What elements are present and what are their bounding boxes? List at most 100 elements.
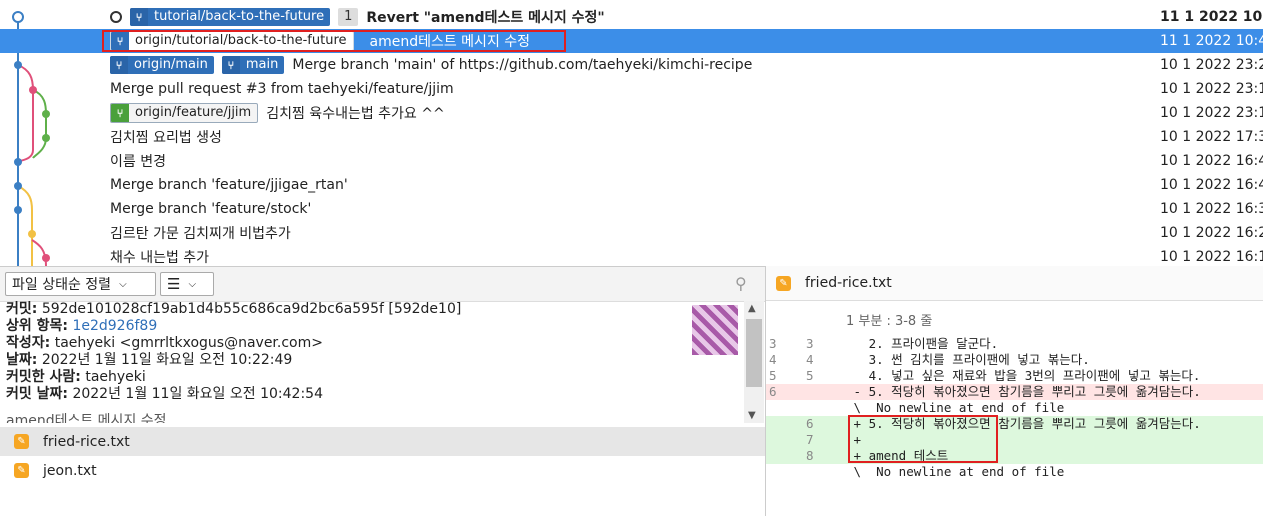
highlight-box-ref [102, 30, 566, 52]
commit-content: ⑂ origin/feature/jjim 김치찜 육수내는법 추가요 ^^ [110, 101, 445, 125]
commit-content: 김치찜 요리법 생성 [110, 125, 222, 149]
commit-message: Merge branch 'feature/stock' [110, 201, 312, 217]
commit-date: 11 1 2022 10:5 [1160, 9, 1263, 25]
search-icon[interactable]: ⚲ [735, 274, 747, 293]
commit-date: 10 1 2022 16:31 [1160, 201, 1263, 217]
diff-line-text: - 5. 적당히 볶아졌으면 참기름을 뿌리고 그릇에 옮겨담는다. [846, 384, 1201, 399]
hunk-header: 1 부분 : 3-8 줄 [846, 314, 933, 329]
branch-icon: ⑂ [130, 8, 148, 26]
branch-icon: ⑂ [110, 56, 128, 74]
new-line-number: 6 [806, 416, 814, 431]
commit-message: Revert "amend테스트 메시지 수정" [366, 10, 605, 26]
commit-date: 10 1 2022 23:18 [1160, 81, 1263, 97]
branch-badge[interactable]: ⑂ main [221, 56, 285, 74]
commit-date: 11 1 2022 10:4: [1160, 33, 1263, 49]
ahead-count-badge: 1 [338, 8, 359, 26]
commit-message: 김치찜 요리법 생성 [110, 130, 222, 146]
commit-date-value: 2022년 1월 11일 화요일 오전 10:42:54 [72, 386, 323, 402]
author-value: taehyeki <gmrrltkxogus@naver.com> [54, 335, 323, 351]
diff-line: \ No newline at end of file [766, 400, 1263, 416]
diff-panel: ✎ fried-rice.txt 1 부분 : 3-8 줄 3 3 2. 프라이팬… [765, 266, 1263, 516]
commit-message: Merge branch 'feature/jjigae_rtan' [110, 177, 348, 193]
commit-row[interactable]: ⑂ origin/main ⑂ main Merge branch 'main' of … [0, 53, 1263, 77]
chevron-down-icon: ⌵ [119, 278, 127, 290]
commit-label: 커밋: [6, 301, 38, 317]
diff-line: 5 5 4. 넣고 싶은 재료와 밥을 3번의 프라이팬에 넣고 볶는다. [766, 368, 1263, 384]
diff-line: 6 - 5. 적당히 볶아졌으면 참기름을 뿌리고 그릇에 옮겨담는다. [766, 384, 1263, 400]
list-icon: ☰ [167, 275, 181, 293]
view-mode-dropdown[interactable]: ☰ ⌵ [160, 272, 214, 296]
branch-label: origin/feature/jjim [135, 105, 252, 120]
file-item[interactable]: ✎ jeon.txt [0, 456, 765, 485]
diff-line-text: 3. 썬 김치를 프라이팬에 넣고 볶는다. [846, 352, 1090, 367]
commit-content: ⑂ origin/main ⑂ main Merge branch 'main' of … [110, 53, 752, 77]
branch-label: main [245, 57, 279, 72]
chevron-down-icon: ⌵ [188, 278, 197, 290]
diff-line: 3 3 2. 프라이팬을 달군다. [766, 336, 1263, 352]
commit-row[interactable]: 김르탄 가문 김치찌개 비법추가 10 1 2022 16:20 [0, 221, 1263, 245]
diff-line-text: \ No newline at end of file [846, 464, 1065, 479]
diff-line: 4 4 3. 썬 김치를 프라이팬에 넣고 볶는다. [766, 352, 1263, 368]
new-line-number: 5 [806, 368, 814, 383]
commit-date: 10 1 2022 16:43 [1160, 177, 1263, 193]
old-line-number: 5 [769, 368, 777, 383]
branch-icon: ⑂ [221, 56, 240, 74]
branch-badge[interactable]: ⑂ origin/feature/jjim [110, 103, 259, 123]
info-scrollbar[interactable]: ▲ ▼ [744, 301, 764, 423]
commit-message: Merge pull request #3 from taehyeki/feat… [110, 81, 454, 97]
commit-date-label: 커밋 날짜: [6, 386, 68, 402]
old-line-number: 6 [769, 384, 777, 399]
branch-label: tutorial/back-to-the-future [154, 9, 325, 24]
commit-info: 커밋: 592de101028cf19ab1d4b55c686ca9d2bc6a… [0, 301, 765, 423]
sort-label: 파일 상태순 정렬 [12, 277, 112, 293]
commit-row[interactable]: ⑂ origin/feature/jjim 김치찜 육수내는법 추가요 ^^ 10 1… [0, 101, 1263, 125]
diff-line: \ No newline at end of file [766, 464, 1263, 480]
file-name: fried-rice.txt [43, 433, 130, 450]
commit-row[interactable]: 채수 내는법 추가 10 1 2022 16:18 [0, 245, 1263, 266]
sort-dropdown[interactable]: 파일 상태순 정렬 ⌵ [5, 272, 156, 296]
old-line-number: 4 [769, 352, 777, 367]
file-item[interactable]: ✎ fried-rice.txt [0, 427, 765, 456]
new-line-number: 3 [806, 336, 814, 351]
commit-date: 10 1 2022 17:32 [1160, 129, 1263, 145]
date-label: 날짜: [6, 352, 38, 368]
diff-line-text: 4. 넣고 싶은 재료와 밥을 3번의 프라이팬에 넣고 볶는다. [846, 368, 1201, 383]
commit-date: 10 1 2022 16:18 [1160, 249, 1263, 265]
author-avatar [692, 305, 738, 355]
highlight-box-added [848, 415, 998, 463]
commit-content: 이름 변경 [110, 149, 166, 173]
commit-row[interactable]: 김치찜 요리법 생성 10 1 2022 17:32 [0, 125, 1263, 149]
commit-message: 채수 내는법 추가 [110, 250, 210, 266]
commit-row[interactable]: 이름 변경 10 1 2022 16:47 [0, 149, 1263, 173]
commit-content: Merge pull request #3 from taehyeki/feat… [110, 77, 454, 101]
commit-hash: 592de101028cf19ab1d4b55c686ca9d2bc6a595f… [41, 301, 462, 317]
commit-row[interactable]: ⑂ tutorial/back-to-the-future 1 Revert "ame… [0, 5, 1263, 29]
commit-row[interactable]: Merge pull request #3 from taehyeki/feat… [0, 77, 1263, 101]
commit-content: 김르탄 가문 김치찌개 비법추가 [110, 221, 291, 245]
parent-link[interactable]: 1e2d926f89 [72, 318, 157, 334]
commit-message: 김르탄 가문 김치찌개 비법추가 [110, 226, 291, 242]
file-toolbar: 파일 상태순 정렬 ⌵ ☰ ⌵ ⚲ [0, 266, 765, 302]
commit-row[interactable]: Merge branch 'feature/stock' 10 1 2022 16… [0, 197, 1263, 221]
branch-badge[interactable]: ⑂ tutorial/back-to-the-future [130, 8, 331, 26]
commit-graph: ⑂ tutorial/back-to-the-future 1 Revert "ame… [0, 0, 1263, 266]
file-modified-icon: ✎ [776, 275, 791, 291]
committer-value: taehyeki [85, 369, 146, 385]
diff-header: ✎ fried-rice.txt [766, 266, 1263, 301]
commit-date: 10 1 2022 23:27 [1160, 57, 1263, 73]
diff-line: 8 + amend 테스트 [766, 448, 1263, 464]
commit-date: 10 1 2022 23:14 [1160, 105, 1263, 121]
commit-content: ⑂ tutorial/back-to-the-future 1 Revert "ame… [110, 5, 605, 29]
branch-label: origin/main [134, 57, 208, 72]
branch-badge[interactable]: ⑂ origin/main [110, 56, 214, 74]
commit-message: 김치찜 육수내는법 추가요 ^^ [266, 106, 445, 122]
old-line-number: 3 [769, 336, 777, 351]
diff-line: 7 + [766, 432, 1263, 448]
new-line-number: 4 [806, 352, 814, 367]
file-modified-icon: ✎ [14, 434, 29, 449]
diff-line-text: 2. 프라이팬을 달군다. [846, 336, 999, 351]
file-modified-icon: ✎ [14, 463, 29, 478]
parent-label: 상위 항목: [6, 318, 68, 334]
new-line-number: 8 [806, 448, 814, 463]
commit-row[interactable]: Merge branch 'feature/jjigae_rtan' 10 1 2… [0, 173, 1263, 197]
